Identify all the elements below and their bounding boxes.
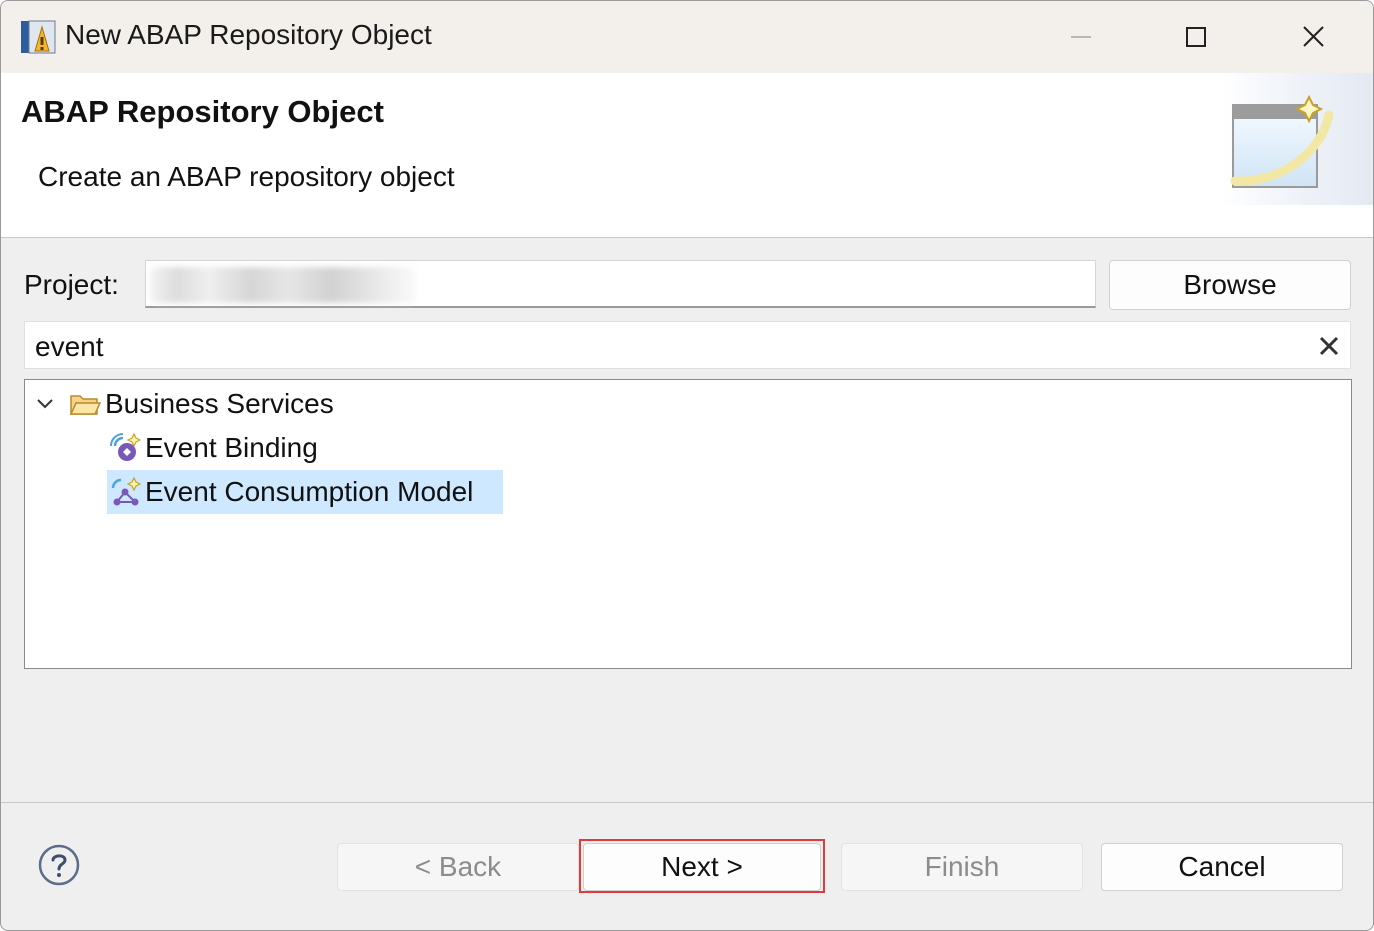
project-input[interactable]: [145, 260, 1096, 308]
close-icon[interactable]: [1289, 15, 1337, 59]
window-title: New ABAP Repository Object: [65, 19, 432, 50]
tree-item-label: Event Binding: [145, 432, 318, 463]
eclipse-app-icon: [21, 20, 56, 54]
tree-item-event-binding[interactable]: Event Binding: [107, 426, 367, 470]
page-description: Create an ABAP repository object: [38, 161, 455, 192]
next-button[interactable]: Next >: [583, 843, 821, 891]
maximize-icon[interactable]: [1172, 15, 1220, 59]
back-button[interactable]: < Back: [337, 843, 579, 891]
title-bar[interactable]: New ABAP Repository Object: [1, 1, 1373, 73]
finish-button[interactable]: Finish: [841, 843, 1083, 891]
cancel-button[interactable]: Cancel: [1101, 843, 1343, 891]
event-consumption-model-icon: [111, 476, 141, 506]
footer-divider: [1, 802, 1373, 803]
tree-folder-business-services[interactable]: Business Services: [25, 382, 425, 426]
browse-button[interactable]: Browse: [1109, 260, 1351, 310]
wizard-banner-graphic-icon: [1221, 73, 1373, 205]
dialog-window: New ABAP Repository Object ABAP Reposito…: [0, 0, 1374, 931]
tree-item-event-consumption-model[interactable]: Event Consumption Model: [107, 470, 503, 514]
project-value-redacted: [150, 267, 416, 303]
wizard-banner: ABAP Repository Object Create an ABAP re…: [1, 73, 1373, 238]
event-binding-icon: [110, 432, 141, 461]
filter-text: event: [35, 331, 104, 362]
page-title: ABAP Repository Object: [21, 94, 384, 129]
minimize-icon[interactable]: [1057, 15, 1105, 59]
folder-open-icon: [69, 395, 101, 415]
object-type-tree[interactable]: Business Services Event Binding Event Co…: [24, 379, 1352, 669]
tree-item-label: Event Consumption Model: [145, 476, 474, 507]
clear-filter-icon[interactable]: [1317, 334, 1341, 358]
filter-input[interactable]: event: [24, 321, 1351, 369]
tree-folder-label: Business Services: [105, 388, 334, 419]
help-icon[interactable]: [37, 843, 81, 887]
project-label: Project:: [24, 269, 119, 300]
chevron-down-icon[interactable]: [35, 396, 55, 412]
